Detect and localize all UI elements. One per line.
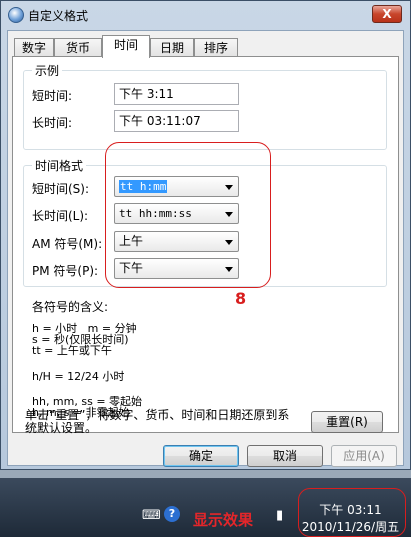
tab-number[interactable]: 数字 — [14, 38, 54, 57]
network-icon[interactable]: ▮ — [276, 508, 283, 523]
annotation-number: 8 — [235, 289, 247, 308]
desktop-strip — [0, 470, 411, 478]
short-time-label: 短时间(S): — [32, 182, 90, 196]
am-symbol-label: AM 符号(M): — [32, 237, 103, 251]
long-time-label: 长时间(L): — [32, 209, 89, 223]
annotation-show-effect: 显示效果 — [193, 511, 254, 529]
example-short-label: 短时间: — [32, 89, 73, 103]
example-group-title: 示例 — [32, 62, 63, 79]
highlight-oval — [105, 142, 271, 288]
example-long-value: 下午 03:11:07 — [114, 110, 239, 132]
reset-button[interactable]: 重置(R) — [311, 411, 383, 433]
tab-sort[interactable]: 排序 — [194, 38, 238, 57]
example-long-label: 长时间: — [32, 116, 73, 130]
tab-time[interactable]: 时间 — [102, 35, 150, 58]
custom-format-dialog: 自定义格式 X 数字 货币 时间 日期 排序 示例 短时间: 下午 3:11 长… — [0, 0, 411, 470]
tab-currency[interactable]: 货币 — [54, 38, 102, 57]
apply-button[interactable]: 应用(A) — [331, 445, 397, 467]
close-button[interactable]: X — [372, 5, 402, 23]
title-bar: 自定义格式 X — [1, 1, 410, 29]
example-short-value: 下午 3:11 — [114, 83, 239, 105]
help-icon[interactable]: ? — [164, 506, 180, 522]
ok-button[interactable]: 确定 — [163, 445, 239, 467]
example-group: 示例 短时间: 下午 3:11 长时间: 下午 03:11:07 — [23, 62, 387, 150]
cancel-button[interactable]: 取消 — [247, 445, 323, 467]
tab-date[interactable]: 日期 — [150, 38, 194, 57]
clock-highlight-oval — [298, 488, 406, 537]
app-globe-icon — [8, 7, 24, 23]
keyboard-icon[interactable]: ⌨ — [142, 508, 161, 523]
window-title: 自定义格式 — [28, 9, 89, 23]
reset-description: 单击“重置”，将数字、货币、时间和日期还原到系 统默认设置。 — [25, 408, 290, 435]
time-format-group-title: 时间格式 — [32, 157, 87, 174]
symbols-block-2: h/H = 12/24 小时 — [32, 370, 125, 383]
symbols-heading: 各符号的含义: — [32, 300, 109, 314]
dialog-client: 数字 货币 时间 日期 排序 示例 短时间: 下午 3:11 长时间: 下午 0… — [7, 30, 404, 467]
pm-symbol-label: PM 符号(P): — [32, 264, 99, 278]
time-tab-panel: 示例 短时间: 下午 3:11 长时间: 下午 03:11:07 时间格式 短时… — [12, 56, 399, 433]
symbols-block-1: h = 小时 m = 分钟 s = 秒(仅限长时间) tt = 上午或下午 — [32, 322, 137, 357]
